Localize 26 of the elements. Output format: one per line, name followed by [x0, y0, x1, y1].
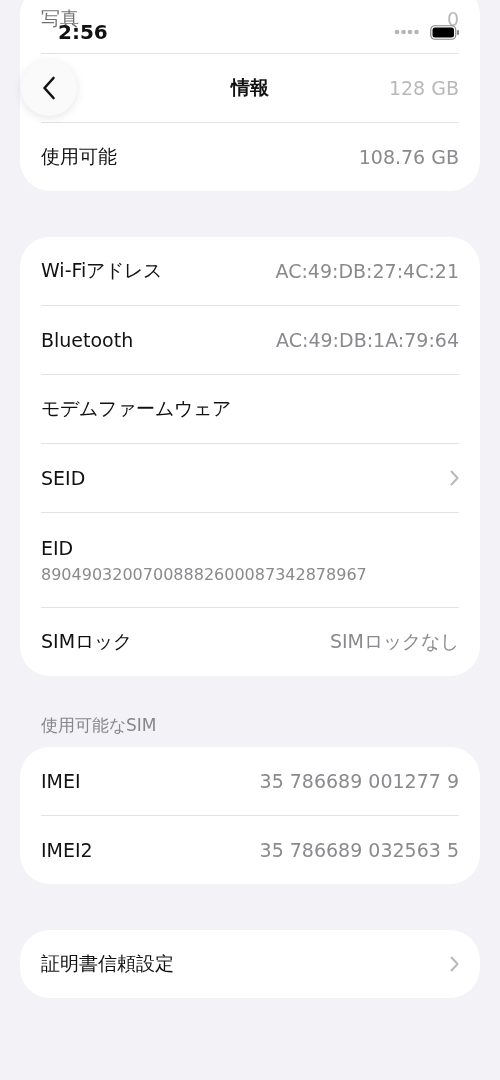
row-value: AC:49:DB:1A:79:64 — [276, 329, 459, 351]
row-value: 35 786689 032563 5 — [259, 839, 459, 861]
row-value: SIMロックなし — [329, 629, 459, 654]
row-label: Bluetooth — [41, 329, 134, 351]
signal-icon — [394, 29, 420, 35]
row-label: モデムファームウェア — [41, 396, 231, 421]
row-value: 35 786689 001277 9 — [259, 770, 459, 792]
row-value: 0 — [446, 8, 459, 30]
row-value: 128 GB — [388, 77, 459, 99]
row-label: IMEI — [41, 770, 81, 792]
battery-icon — [430, 24, 460, 40]
section-header: 使用可能なSIM — [40, 714, 158, 737]
row-label: EID — [41, 536, 74, 559]
row-label: SEID — [41, 467, 86, 489]
row-label: Wi-Fiアドレス — [41, 258, 163, 283]
nav-title: 情報 — [231, 75, 269, 100]
back-icon — [42, 76, 56, 100]
row-label: IMEI2 — [41, 839, 93, 861]
row-value: 108.76 GB — [358, 146, 459, 168]
chevron-icon[interactable] — [450, 956, 459, 972]
row-value: 89049032007008882600087342878967 — [41, 564, 367, 584]
row-label: 証明書信頼設定 — [41, 951, 174, 976]
row-label: SIMロック — [41, 629, 133, 654]
chevron-icon[interactable] — [450, 470, 459, 486]
row-value: AC:49:DB:27:4C:21 — [275, 260, 459, 282]
row-label: 使用可能 — [41, 144, 117, 169]
